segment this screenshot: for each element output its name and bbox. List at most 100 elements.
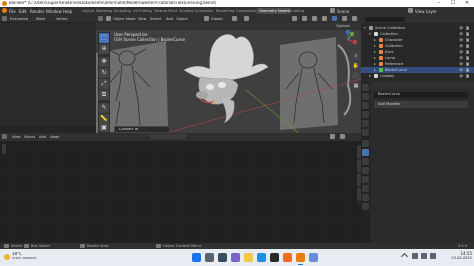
view-layer-tab-icon[interactable] — [362, 111, 369, 118]
rendered-shading-icon[interactable] — [352, 16, 357, 21]
teams-icon[interactable] — [231, 253, 240, 262]
move-tool-icon[interactable]: ✥ — [99, 57, 109, 67]
visibility-eye-icon[interactable]: 👁 — [459, 73, 463, 79]
menu-select[interactable]: Select — [24, 135, 35, 139]
material-shading-icon[interactable] — [342, 16, 347, 21]
tab-texture-paint[interactable]: Texture Paint — [152, 8, 179, 14]
physics-tab-icon[interactable] — [362, 167, 369, 174]
ortho-toggle-icon[interactable]: ▦ — [352, 82, 360, 90]
transform-orientation-dropdown[interactable]: Global — [211, 17, 222, 21]
taskbar-clock[interactable]: 14:55 25.04.2022 — [444, 251, 472, 264]
world-tab-icon[interactable] — [362, 129, 369, 136]
rotate-tool-icon[interactable]: ↻ — [99, 68, 109, 78]
menu-file[interactable]: File — [9, 9, 16, 14]
mesh-dropdown[interactable]: Mesh — [36, 17, 45, 21]
annotate-tool-icon[interactable]: ✎ — [99, 103, 109, 113]
view-tab[interactable] — [357, 174, 361, 186]
windows-start-icon[interactable] — [192, 253, 201, 262]
menu-add[interactable]: Add — [39, 135, 46, 139]
editor-type-icon[interactable] — [2, 134, 7, 139]
proportional-edit-icon[interactable] — [244, 16, 249, 21]
texture-tab-icon[interactable] — [362, 203, 369, 210]
scale-tool-icon[interactable]: ⤢ — [99, 79, 109, 89]
blender-taskbar-icon[interactable] — [296, 253, 305, 265]
expand-down-icon[interactable]: ▾ — [369, 73, 371, 79]
weather-widget[interactable]: 18°C Stark bewölkt — [4, 251, 44, 264]
cursor-tool-icon[interactable]: ⊕ — [99, 44, 109, 54]
render-camera-icon[interactable]: ◙ — [466, 73, 470, 79]
tool-tab-icon[interactable] — [362, 84, 369, 91]
navigation-gizmo[interactable]: X Y Z — [338, 30, 358, 50]
tab-animation[interactable]: Animation — [193, 8, 215, 14]
editor-type-icon[interactable] — [98, 16, 103, 21]
scene-selector[interactable]: Scene — [337, 9, 349, 14]
outliner-search-input[interactable] — [365, 17, 405, 22]
firefox-icon[interactable] — [283, 253, 292, 262]
select-box-tool-icon[interactable]: ⬚ — [99, 33, 109, 43]
menu-view[interactable]: View — [12, 135, 21, 139]
options-tab[interactable] — [357, 188, 361, 200]
particles-tab-icon[interactable] — [362, 158, 369, 165]
battery-icon[interactable] — [430, 253, 436, 259]
xray-icon[interactable] — [322, 16, 327, 21]
store-icon[interactable] — [270, 253, 279, 262]
tool-tab[interactable] — [357, 160, 361, 172]
search-icon[interactable] — [205, 253, 214, 262]
add-cube-tool-icon[interactable]: ▣ — [99, 123, 109, 132]
menu-render[interactable]: Render — [30, 9, 44, 14]
image-editor[interactable] — [0, 15, 96, 133]
overlay-icon[interactable] — [340, 134, 345, 139]
overlay-icon[interactable] — [312, 16, 317, 21]
zoom-icon[interactable]: ⌕ — [352, 52, 360, 60]
menu-view[interactable]: View — [138, 17, 147, 21]
visibility-icon[interactable] — [292, 16, 297, 21]
overlay-dropdown[interactable]: Evaluated — [10, 17, 28, 21]
mode-selector[interactable]: Object Mode — [113, 17, 136, 21]
transform-tool-icon[interactable]: ⧉ — [99, 90, 109, 100]
menu-object[interactable]: Object — [176, 17, 188, 21]
menu-add[interactable]: Add — [166, 17, 173, 21]
pin-icon[interactable] — [330, 134, 335, 139]
menu-edit[interactable]: Edit — [19, 9, 27, 14]
tab-scripting[interactable]: Scripting — [286, 8, 306, 14]
tab-sculpting[interactable]: Sculpting — [112, 8, 133, 14]
constraints-tab-icon[interactable] — [362, 176, 369, 183]
solid-shading-icon[interactable] — [332, 16, 337, 21]
file-explorer-icon[interactable] — [244, 253, 253, 262]
close-button[interactable]: ✕ — [460, 0, 474, 7]
menu-node[interactable]: Node — [50, 135, 59, 139]
menu-select[interactable]: Select — [150, 17, 161, 21]
modifier-tab-icon[interactable] — [362, 149, 369, 156]
options-dropdown[interactable]: Options — [336, 24, 350, 28]
data-tab-icon[interactable] — [362, 185, 369, 192]
wifi-icon[interactable] — [412, 253, 418, 259]
object-tab-icon[interactable] — [362, 140, 369, 147]
new-node-group-button[interactable] — [150, 134, 186, 139]
pan-icon[interactable]: ✋ — [352, 62, 360, 70]
editor-type-icon[interactable] — [2, 16, 7, 21]
task-view-icon[interactable] — [218, 253, 227, 262]
geometry-node-editor[interactable] — [0, 133, 361, 249]
menu-window[interactable]: Window — [46, 9, 62, 14]
app-icon[interactable] — [309, 253, 318, 262]
view-layer-selector[interactable]: View Layer — [415, 9, 437, 14]
node-toolbar[interactable] — [2, 144, 6, 154]
output-tab-icon[interactable] — [362, 102, 369, 109]
minimize-button[interactable]: – — [432, 0, 446, 7]
tab-uv-editing[interactable]: UV Editing — [131, 8, 154, 14]
scene-tab-icon[interactable] — [362, 120, 369, 127]
snap-icon[interactable] — [232, 16, 237, 21]
object-name-field[interactable]: BezierCurve — [374, 92, 468, 98]
volume-icon[interactable] — [421, 253, 427, 259]
node-tab[interactable] — [357, 146, 361, 158]
add-modifier-button[interactable]: Add Modifier — [374, 101, 468, 108]
last-operator-panel[interactable]: Convert To — [114, 126, 170, 133]
material-tab-icon[interactable] — [362, 194, 369, 201]
menu-help[interactable]: Help — [63, 9, 72, 14]
vertex-dropdown[interactable]: Vertex — [56, 17, 68, 21]
maximize-button[interactable]: ☐ — [446, 0, 460, 7]
outliner-item[interactable]: ▾ Cowboy 👁 ◙ — [361, 73, 474, 79]
render-tab-icon[interactable] — [362, 93, 369, 100]
camera-view-icon[interactable]: 🎥 — [352, 72, 360, 80]
edge-icon[interactable] — [257, 253, 266, 262]
